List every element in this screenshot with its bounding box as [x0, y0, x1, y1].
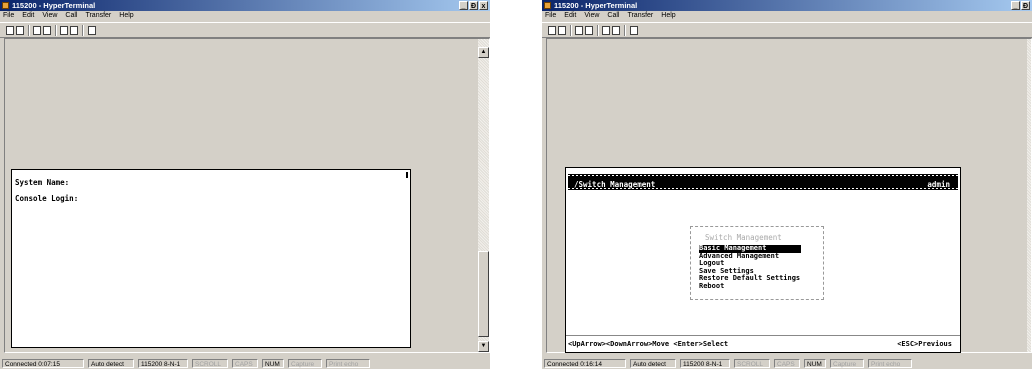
- new-icon[interactable]: [6, 26, 14, 35]
- switch-menu: Switch Management Basic Management Advan…: [690, 226, 824, 300]
- scroll-thumb[interactable]: [478, 251, 489, 337]
- receive-icon[interactable]: [70, 26, 78, 35]
- system-name-prompt: System Name:: [15, 178, 70, 187]
- status-scroll: SCROLL: [192, 359, 228, 368]
- footer-nav-help: <UpArrow><DownArrow>Move <Enter>Select: [568, 340, 729, 348]
- window-title: 115200 - HyperTerminal: [554, 1, 638, 10]
- menu-bar: File Edit View Call Transfer Help: [0, 11, 490, 21]
- hyperterminal-window-right: 115200 - HyperTerminal _ Ɖ File Edit Vie…: [542, 0, 1032, 369]
- menu-edit[interactable]: Edit: [564, 11, 576, 21]
- toolbar-separator: [570, 25, 572, 36]
- status-bar: Connected 0:07:15 Auto detect 115200 8-N…: [0, 359, 490, 369]
- menu-view[interactable]: View: [584, 11, 599, 21]
- terminal-screen[interactable]: System Name: Console Login:: [11, 169, 411, 348]
- status-detect: Auto detect: [88, 359, 134, 368]
- status-port: 115200 8-N-1: [138, 359, 188, 368]
- menu-help[interactable]: Help: [119, 11, 133, 21]
- title-bar[interactable]: 115200 - HyperTerminal _ Ɖ: [542, 0, 1032, 11]
- menu-transfer[interactable]: Transfer: [627, 11, 653, 21]
- disconnect-icon[interactable]: [585, 26, 593, 35]
- status-num: NUM: [804, 359, 826, 368]
- status-capture: Capture: [830, 359, 864, 368]
- status-bar: Connected 0:16:14 Auto detect 115200 8-N…: [542, 359, 1032, 369]
- terminal-screen[interactable]: /Switch Management admin Switch Manageme…: [565, 167, 961, 353]
- hyperterminal-icon[interactable]: [544, 2, 551, 9]
- open-icon[interactable]: [558, 26, 566, 35]
- toolbar-separator: [624, 25, 626, 36]
- status-connected: Connected 0:16:14: [544, 359, 626, 368]
- open-icon[interactable]: [16, 26, 24, 35]
- scroll-down-button[interactable]: ▼: [478, 341, 489, 352]
- header-dashes: [568, 188, 958, 189]
- connect-icon[interactable]: [575, 26, 583, 35]
- toolbar: [542, 22, 1032, 38]
- toolbar-separator: [597, 25, 599, 36]
- terminal-area[interactable]: System Name: Console Login: ▲ ▼: [4, 38, 490, 353]
- restore-button[interactable]: Ɖ: [1021, 1, 1030, 10]
- properties-icon[interactable]: [88, 26, 96, 35]
- status-scroll: SCROLL: [734, 359, 770, 368]
- hyperterminal-icon[interactable]: [2, 2, 9, 9]
- footer-esc-help: <ESC>Previous: [897, 340, 952, 348]
- header-bar: /Switch Management admin: [568, 174, 958, 190]
- status-print-echo: Print echo: [326, 359, 370, 368]
- window-title: 115200 - HyperTerminal: [12, 1, 96, 10]
- menu-file[interactable]: File: [3, 11, 14, 21]
- receive-icon[interactable]: [612, 26, 620, 35]
- status-caps: CAPS: [774, 359, 800, 368]
- vertical-scrollbar[interactable]: [1027, 39, 1031, 352]
- menu-bar: File Edit View Call Transfer Help: [542, 11, 1032, 21]
- minimize-button[interactable]: _: [459, 1, 468, 10]
- menu-call[interactable]: Call: [607, 11, 619, 21]
- minimize-button[interactable]: _: [1011, 1, 1020, 10]
- header-dashes: [568, 175, 958, 176]
- send-icon[interactable]: [602, 26, 610, 35]
- menu-option-reboot[interactable]: Reboot: [699, 282, 724, 291]
- toolbar-separator: [28, 25, 30, 36]
- menu-transfer[interactable]: Transfer: [85, 11, 111, 21]
- disconnect-icon[interactable]: [43, 26, 51, 35]
- properties-icon[interactable]: [630, 26, 638, 35]
- close-button[interactable]: x: [479, 1, 488, 10]
- title-bar[interactable]: 115200 - HyperTerminal _ Ɖ x: [0, 0, 490, 11]
- terminal-area[interactable]: /Switch Management admin Switch Manageme…: [546, 38, 1032, 353]
- console-login-prompt: Console Login:: [15, 194, 79, 203]
- status-connected: Connected 0:07:15: [2, 359, 84, 368]
- restore-button[interactable]: Ɖ: [469, 1, 478, 10]
- vertical-scrollbar[interactable]: ▲ ▼: [478, 39, 489, 352]
- scroll-up-button[interactable]: ▲: [478, 47, 489, 58]
- toolbar-separator: [55, 25, 57, 36]
- hyperterminal-window-left: 115200 - HyperTerminal _ Ɖ x File Edit V…: [0, 0, 490, 369]
- status-num: NUM: [262, 359, 284, 368]
- menu-help[interactable]: Help: [661, 11, 675, 21]
- status-port: 115200 8-N-1: [680, 359, 730, 368]
- menu-file[interactable]: File: [545, 11, 556, 21]
- status-detect: Auto detect: [630, 359, 676, 368]
- status-print-echo: Print echo: [868, 359, 912, 368]
- status-caps: CAPS: [232, 359, 258, 368]
- new-icon[interactable]: [548, 26, 556, 35]
- connect-icon[interactable]: [33, 26, 41, 35]
- menu-title: Switch Management: [705, 233, 782, 242]
- status-capture: Capture: [288, 359, 322, 368]
- footer-divider: [566, 335, 960, 336]
- send-icon[interactable]: [60, 26, 68, 35]
- toolbar-separator: [82, 25, 84, 36]
- menu-call[interactable]: Call: [65, 11, 77, 21]
- text-cursor: [406, 172, 408, 178]
- menu-edit[interactable]: Edit: [22, 11, 34, 21]
- toolbar: [0, 22, 490, 38]
- menu-view[interactable]: View: [42, 11, 57, 21]
